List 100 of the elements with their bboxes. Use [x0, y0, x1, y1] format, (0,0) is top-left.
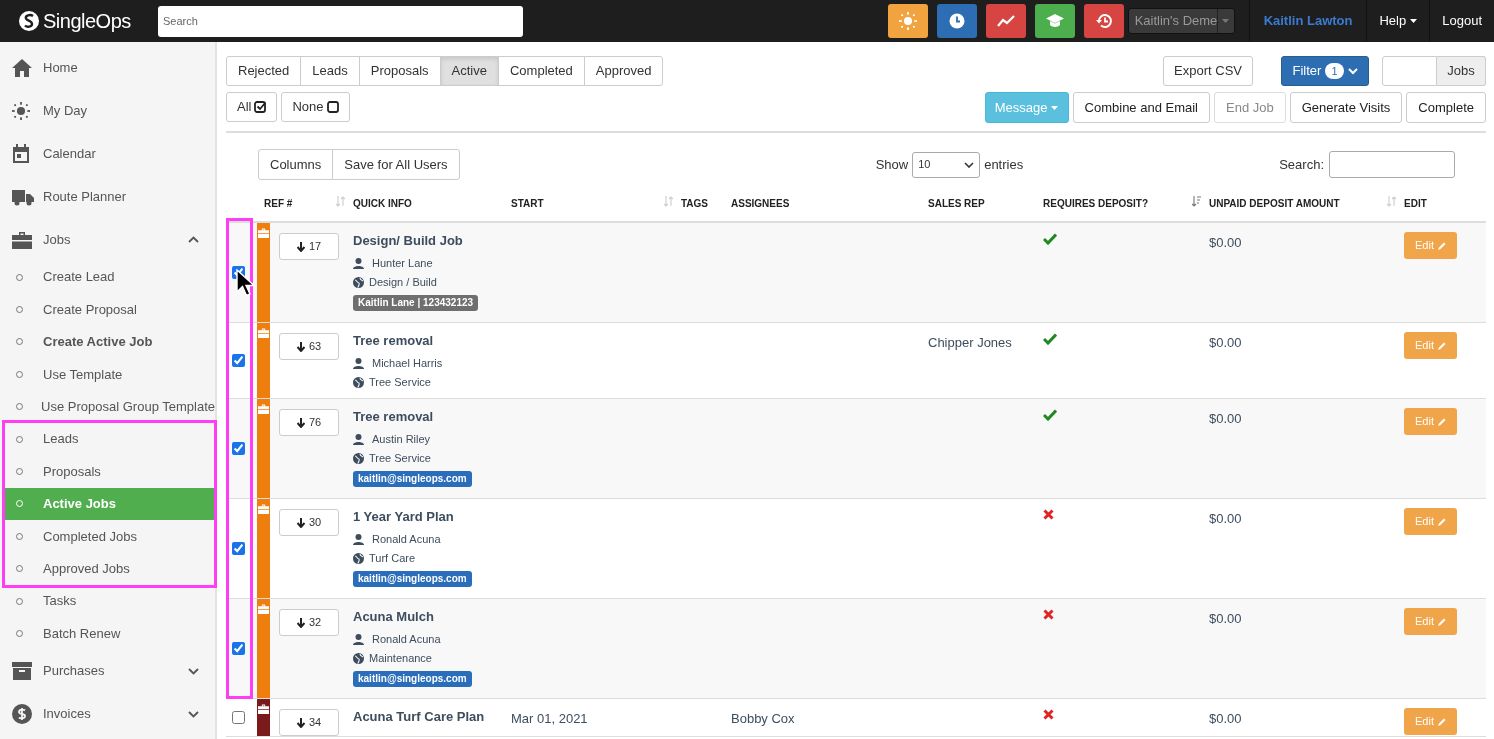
count-badge: 1 — [1325, 63, 1344, 79]
status-tab[interactable]: Approved — [583, 56, 664, 86]
column-header[interactable]: REQUIRES DEPOSIT? — [1043, 196, 1192, 211]
sidebar-item[interactable]: Home — [0, 46, 215, 89]
row-checkbox[interactable] — [232, 354, 245, 367]
search-field[interactable]: Search — [158, 5, 523, 37]
row-checkbox[interactable] — [232, 711, 245, 724]
filter-button[interactable]: Filter 1 — [1281, 56, 1369, 86]
logo-text: SingleOps — [43, 9, 131, 34]
sidebar-item[interactable]: Invoices — [0, 692, 215, 736]
sidebar-item[interactable]: Use Template — [0, 358, 215, 391]
person-icon — [353, 357, 364, 369]
job-title[interactable]: Acuna Mulch — [353, 609, 511, 625]
column-header[interactable]: SALES REP — [928, 196, 1035, 211]
sun-button[interactable] — [887, 4, 928, 38]
sort-descending-icon — [1192, 196, 1201, 207]
account-select[interactable]: Kaitlin's Deme — [1127, 8, 1235, 34]
circle-icon — [16, 338, 23, 346]
logout-link[interactable]: Logout — [1429, 0, 1494, 42]
action-button[interactable]: Complete — [1406, 92, 1486, 123]
status-tab[interactable]: Rejected — [226, 56, 302, 86]
sidebar-item[interactable]: Completed Jobs — [5, 520, 214, 553]
cap-button[interactable] — [1034, 4, 1075, 38]
table-search-field[interactable] — [1329, 151, 1455, 178]
sidebar-item[interactable]: Purchases — [0, 649, 215, 693]
sidebar-item[interactable]: Calendar — [0, 132, 215, 175]
status-tab[interactable]: Leads — [300, 56, 360, 86]
customer-name: Michael Harris — [372, 356, 443, 370]
sort-icon — [1387, 196, 1396, 207]
search-label: Search: — [1279, 155, 1324, 174]
column-header[interactable]: UNPAID DEPOSIT AMOUNT — [1209, 196, 1387, 211]
sidebar-item[interactable]: Tasks — [0, 584, 215, 618]
column-header[interactable]: START — [511, 196, 664, 211]
arrow-down-icon — [296, 417, 305, 428]
sidebar-item[interactable]: Jobs — [0, 218, 215, 261]
circle-icon — [16, 273, 23, 281]
row-checkbox[interactable] — [232, 642, 245, 655]
clock-button[interactable] — [936, 4, 977, 38]
person-icon — [353, 633, 364, 645]
sidebar-item[interactable]: Leads — [5, 422, 214, 456]
page-size-select[interactable]: 10 — [912, 151, 981, 178]
jobs-addon: Jobs — [1437, 56, 1486, 86]
home-icon — [12, 58, 32, 77]
status-tab[interactable]: Proposals — [358, 56, 441, 86]
action-button[interactable]: Combine and Email — [1072, 92, 1210, 123]
sidebar-item[interactable]: My Day — [0, 89, 215, 132]
row-checkbox[interactable] — [232, 542, 245, 555]
column-header[interactable]: TAGS — [681, 196, 723, 211]
trend-button[interactable] — [985, 4, 1026, 38]
status-tab[interactable]: Active — [439, 56, 499, 86]
job-title[interactable]: 1 Year Yard Plan — [353, 509, 511, 525]
row-checkbox[interactable] — [232, 266, 245, 279]
job-title[interactable]: Acuna Turf Care Plan — [353, 709, 511, 725]
arrow-down-icon — [296, 341, 305, 352]
sun-icon — [12, 101, 30, 120]
export-button[interactable]: Export CSV — [1163, 56, 1253, 86]
select-none-button[interactable]: None — [281, 92, 350, 122]
pencil-icon — [1438, 341, 1446, 350]
ref-button[interactable]: 63 — [279, 333, 339, 360]
columns-button[interactable]: Columns — [258, 149, 334, 180]
action-button[interactable]: Generate Visits — [1289, 92, 1403, 123]
globe-icon — [353, 276, 364, 288]
user-link[interactable]: Kaitlin Lawton — [1248, 0, 1367, 42]
history-button[interactable] — [1083, 4, 1124, 38]
tag-badge: kaitlin@singleops.com — [353, 671, 472, 687]
caret-icon — [1410, 19, 1418, 23]
status-tab[interactable]: Completed — [497, 56, 585, 86]
ref-button[interactable]: 76 — [279, 409, 339, 436]
customer-name: Ronald Acuna — [372, 632, 441, 646]
ref-button[interactable]: 34 — [279, 709, 339, 736]
briefcase-icon — [258, 404, 269, 414]
column-header[interactable]: EDIT — [1404, 196, 1478, 211]
column-header[interactable]: ASSIGNEES — [731, 196, 920, 211]
sidebar-item[interactable]: Batch Renew — [0, 617, 215, 650]
sidebar-item[interactable]: Route Planner — [0, 175, 215, 218]
ref-button[interactable]: 17 — [279, 233, 339, 260]
sidebar-item[interactable]: Use Proposal Group Template — [0, 390, 215, 423]
column-header[interactable]: REF # — [264, 196, 336, 211]
pencil-icon — [1438, 717, 1446, 726]
row-checkbox[interactable] — [232, 442, 245, 455]
job-title[interactable]: Design/ Build Job — [353, 233, 511, 249]
sidebar-item[interactable]: Create Lead — [0, 261, 215, 294]
select-all-button[interactable]: All — [226, 92, 278, 122]
sidebar-item[interactable]: Approved Jobs — [5, 552, 214, 585]
chevron-down-icon — [964, 161, 975, 168]
circle-icon — [16, 532, 23, 540]
sidebar-item[interactable]: Proposals — [5, 455, 214, 488]
jobs-field[interactable] — [1382, 56, 1437, 86]
pencil-icon — [1438, 617, 1446, 626]
ref-button[interactable]: 30 — [279, 509, 339, 536]
show-label: Show — [875, 155, 909, 174]
arrow-down-icon — [296, 717, 305, 728]
sidebar-item[interactable]: Create Proposal — [0, 293, 215, 326]
ref-button[interactable]: 32 — [279, 609, 339, 636]
job-title[interactable]: Tree removal — [353, 409, 511, 425]
job-title[interactable]: Tree removal — [353, 333, 511, 349]
columns-button[interactable]: Save for All Users — [332, 149, 460, 180]
help-menu[interactable]: Help — [1366, 0, 1430, 42]
column-header[interactable]: QUICK INFO — [353, 196, 503, 211]
sidebar-item[interactable]: Create Active Job — [0, 325, 215, 359]
